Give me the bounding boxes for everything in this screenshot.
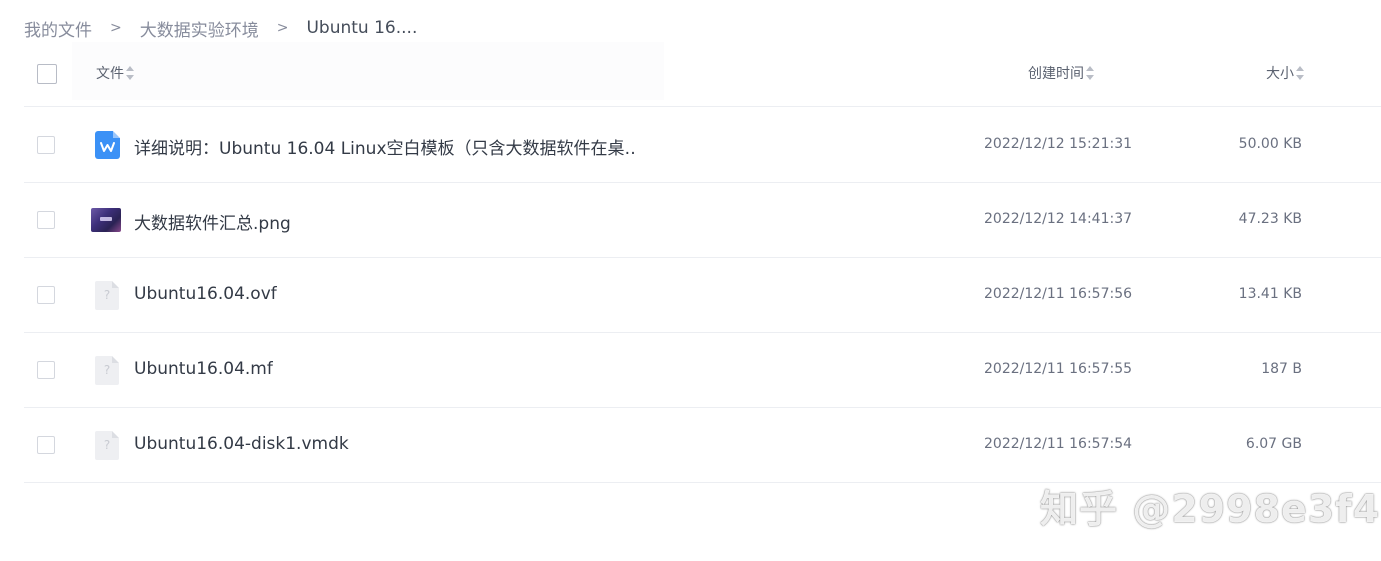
breadcrumb-separator: > [110, 20, 122, 36]
sort-icon [1296, 66, 1305, 80]
row-checkbox[interactable] [37, 286, 55, 304]
breadcrumb-separator: > [276, 20, 289, 36]
image-thumbnail-icon [91, 208, 121, 232]
unknown-file-icon: ? [95, 281, 119, 310]
file-name[interactable]: Ubuntu16.04-disk1.vmdk [134, 434, 349, 454]
file-created-time: 2022/12/11 16:57:54 [984, 436, 1133, 452]
column-header-name-label: 文件 [96, 66, 124, 82]
column-header-created-label: 创建时间 [1028, 66, 1084, 82]
unknown-file-icon: ? [95, 431, 119, 460]
breadcrumb: 我的文件 > 大数据实验环境 > Ubuntu 16.... [24, 16, 418, 41]
sort-icon [126, 66, 135, 80]
row-checkbox[interactable] [37, 361, 55, 379]
column-header-created[interactable]: 创建时间 [1028, 63, 1095, 83]
wps-doc-icon [95, 131, 120, 159]
table-row[interactable]: 详细说明：Ubuntu 16.04 Linux空白模板（只含大数据软件在桌… 2… [24, 108, 1381, 183]
file-created-time: 2022/12/11 16:57:55 [984, 361, 1133, 377]
table-row[interactable]: ? Ubuntu16.04.ovf 2022/12/11 16:57:56 13… [24, 258, 1381, 333]
file-created-time: 2022/12/12 14:41:37 [984, 211, 1133, 227]
file-size: 50.00 KB [1238, 136, 1302, 152]
file-size: 13.41 KB [1238, 286, 1302, 302]
header-name-shade [72, 42, 664, 100]
zhihu-watermark: 知乎 @2998e3f4 [1040, 487, 1381, 531]
table-row[interactable]: ? Ubuntu16.04.mf 2022/12/11 16:57:55 187… [24, 333, 1381, 408]
sort-icon [1086, 66, 1095, 80]
file-size: 47.23 KB [1238, 211, 1302, 227]
file-name[interactable]: 大数据软件汇总.png [134, 209, 291, 234]
file-size: 6.07 GB [1245, 436, 1302, 452]
table-header: 文件 创建时间 大小 [24, 42, 1381, 107]
column-header-name[interactable]: 文件 [96, 63, 135, 83]
column-header-size-label: 大小 [1266, 66, 1294, 82]
file-created-time: 2022/12/11 16:57:56 [984, 286, 1133, 302]
file-name[interactable]: Ubuntu16.04.mf [134, 359, 273, 379]
breadcrumb-my-files[interactable]: 我的文件 [24, 16, 92, 41]
file-size: 187 B [1261, 361, 1302, 377]
unknown-file-icon: ? [95, 356, 119, 385]
breadcrumb-current-folder: Ubuntu 16.... [306, 18, 418, 38]
select-all-checkbox[interactable] [37, 64, 57, 84]
file-created-time: 2022/12/12 15:21:31 [984, 136, 1133, 152]
table-row[interactable]: 大数据软件汇总.png 2022/12/12 14:41:37 47.23 KB [24, 183, 1381, 258]
breadcrumb-bigdata-env[interactable]: 大数据实验环境 [140, 16, 259, 41]
row-checkbox[interactable] [37, 211, 55, 229]
row-checkbox[interactable] [37, 136, 55, 154]
file-name[interactable]: 详细说明：Ubuntu 16.04 Linux空白模板（只含大数据软件在桌… [134, 134, 634, 159]
file-name[interactable]: Ubuntu16.04.ovf [134, 284, 277, 304]
column-header-size[interactable]: 大小 [1266, 63, 1305, 83]
row-checkbox[interactable] [37, 436, 55, 454]
table-row[interactable]: ? Ubuntu16.04-disk1.vmdk 2022/12/11 16:5… [24, 408, 1381, 483]
